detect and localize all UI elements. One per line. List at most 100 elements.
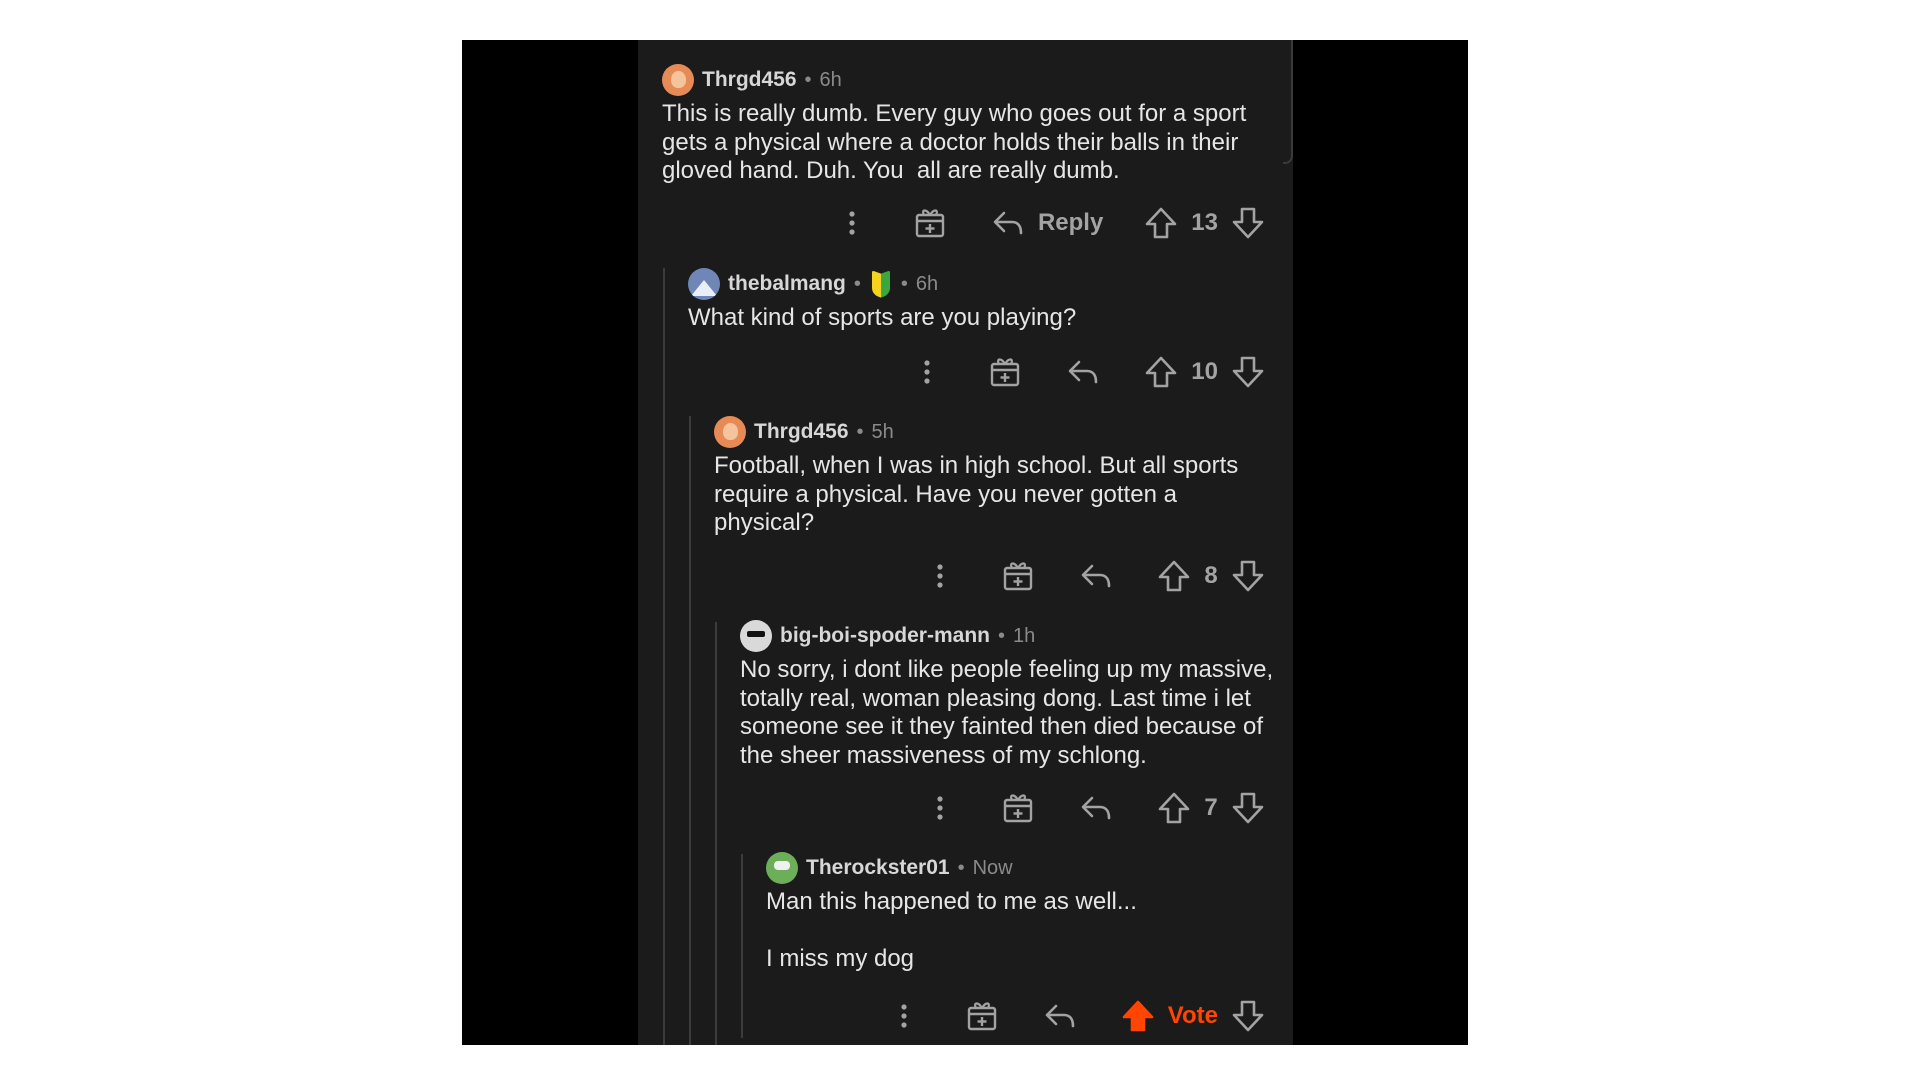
comment-body: This is really dumb. Every guy who goes … [662, 100, 1247, 184]
vote-score: 7 [1204, 794, 1218, 821]
kebab-icon [920, 788, 960, 828]
vote-controls: 8 [1154, 556, 1268, 596]
downvote-button[interactable] [1228, 788, 1268, 828]
gift-icon [998, 556, 1038, 596]
reply-icon [1076, 556, 1116, 596]
comment-actions: 10 [907, 352, 1268, 392]
timestamp: 1h [1013, 624, 1036, 647]
vote-controls: 7 [1154, 788, 1268, 828]
arrow-down-icon [1228, 788, 1268, 828]
vote-label: Vote [1167, 1002, 1218, 1029]
vote-controls: Vote [1118, 996, 1268, 1036]
comment-actions: Vote [884, 996, 1268, 1036]
arrow-down-icon [1228, 203, 1268, 243]
comment-header: Therockster01 • Now [766, 852, 1900, 884]
username[interactable]: Therockster01 [806, 856, 950, 880]
kebab-icon [907, 352, 947, 392]
avatar[interactable] [766, 852, 798, 884]
upvote-button[interactable] [1154, 788, 1194, 828]
gift-icon [910, 203, 950, 243]
thread-line-depth-1[interactable] [663, 268, 665, 1045]
upvote-button[interactable] [1154, 556, 1194, 596]
separator-dot: • [853, 272, 861, 295]
separator-dot: • [804, 68, 812, 91]
reply-button[interactable] [1076, 556, 1116, 596]
timestamp: 5h [871, 420, 894, 443]
arrow-up-icon [1154, 788, 1194, 828]
comment: Therockster01 • Now Man this happened to… [766, 852, 1900, 974]
thread-line-depth-3[interactable] [715, 622, 717, 1045]
downvote-button[interactable] [1228, 996, 1268, 1036]
upvote-button[interactable] [1141, 203, 1181, 243]
arrow-down-icon [1228, 352, 1268, 392]
upvote-button[interactable] [1141, 352, 1181, 392]
username[interactable]: Thrgd456 [702, 68, 797, 92]
more-options-button[interactable] [920, 556, 960, 596]
vote-controls: 13 [1141, 203, 1268, 243]
separator-dot: • [997, 624, 1005, 647]
arrow-up-icon [1141, 203, 1181, 243]
comment-header: Thrgd456 • 5h [714, 416, 1900, 448]
username[interactable]: Thrgd456 [754, 420, 849, 444]
comment-header: thebalmang • • 6h [688, 268, 1900, 300]
reply-icon [1076, 788, 1116, 828]
upvote-button[interactable] [1118, 996, 1158, 1036]
gift-icon [962, 996, 1002, 1036]
username[interactable]: big-boi-spoder-mann [780, 624, 990, 648]
vote-score: 8 [1204, 562, 1218, 589]
arrow-down-icon [1228, 556, 1268, 596]
reply-icon [1063, 352, 1103, 392]
award-button[interactable] [985, 352, 1025, 392]
comment-body: What kind of sports are you playing? [688, 304, 1077, 331]
gift-icon [985, 352, 1025, 392]
arrow-up-filled-icon [1118, 996, 1158, 1036]
reply-button[interactable]: Reply [988, 203, 1103, 243]
separator-dot: • [957, 856, 965, 879]
more-options-button[interactable] [832, 203, 872, 243]
avatar[interactable] [688, 268, 720, 300]
reply-icon [988, 203, 1028, 243]
comment-header: big-boi-spoder-mann • 1h [740, 620, 1900, 652]
comment-body: Football, when I was in high school. But… [714, 452, 1239, 536]
kebab-icon [832, 203, 872, 243]
award-button[interactable] [962, 996, 1002, 1036]
comment-actions: Reply 13 [832, 203, 1268, 243]
vote-score: 10 [1191, 358, 1218, 385]
timestamp: Now [972, 856, 1013, 879]
beginner-badge-icon [869, 270, 893, 298]
comment-actions: 7 [920, 788, 1268, 828]
reply-button[interactable] [1040, 996, 1080, 1036]
thread-line-depth-4[interactable] [741, 854, 743, 1038]
avatar[interactable] [714, 416, 746, 448]
thread-line-depth-2[interactable] [689, 416, 691, 1045]
downvote-button[interactable] [1228, 352, 1268, 392]
comment: Thrgd456 • 6h This is really dumb. Every… [662, 64, 1293, 186]
reply-button[interactable] [1076, 788, 1116, 828]
vote-controls: 10 [1141, 352, 1268, 392]
arrow-up-icon [1141, 352, 1181, 392]
reply-button[interactable] [1063, 352, 1103, 392]
award-button[interactable] [998, 556, 1038, 596]
award-button[interactable] [910, 203, 950, 243]
username[interactable]: thebalmang [728, 272, 846, 296]
award-button[interactable] [998, 788, 1038, 828]
comment: Thrgd456 • 5h Football, when I was in hi… [714, 416, 1900, 538]
more-options-button[interactable] [907, 352, 947, 392]
downvote-button[interactable] [1228, 203, 1268, 243]
arrow-down-icon [1228, 996, 1268, 1036]
kebab-icon [884, 996, 924, 1036]
comment: big-boi-spoder-mann • 1h No sorry, i don… [740, 620, 1900, 770]
timestamp: 6h [915, 272, 939, 295]
separator-dot: • [900, 272, 908, 295]
timestamp: 6h [819, 68, 842, 91]
downvote-button[interactable] [1228, 556, 1268, 596]
more-options-button[interactable] [920, 788, 960, 828]
avatar[interactable] [740, 620, 772, 652]
reply-icon [1040, 996, 1080, 1036]
avatar[interactable] [662, 64, 694, 96]
comment-body: Man this happened to me as well... I mis… [766, 888, 1137, 972]
reply-label: Reply [1037, 209, 1104, 236]
more-options-button[interactable] [884, 996, 924, 1036]
vote-score: 13 [1191, 209, 1218, 236]
comment: thebalmang • • 6h What kind of sports ar… [688, 268, 1900, 333]
